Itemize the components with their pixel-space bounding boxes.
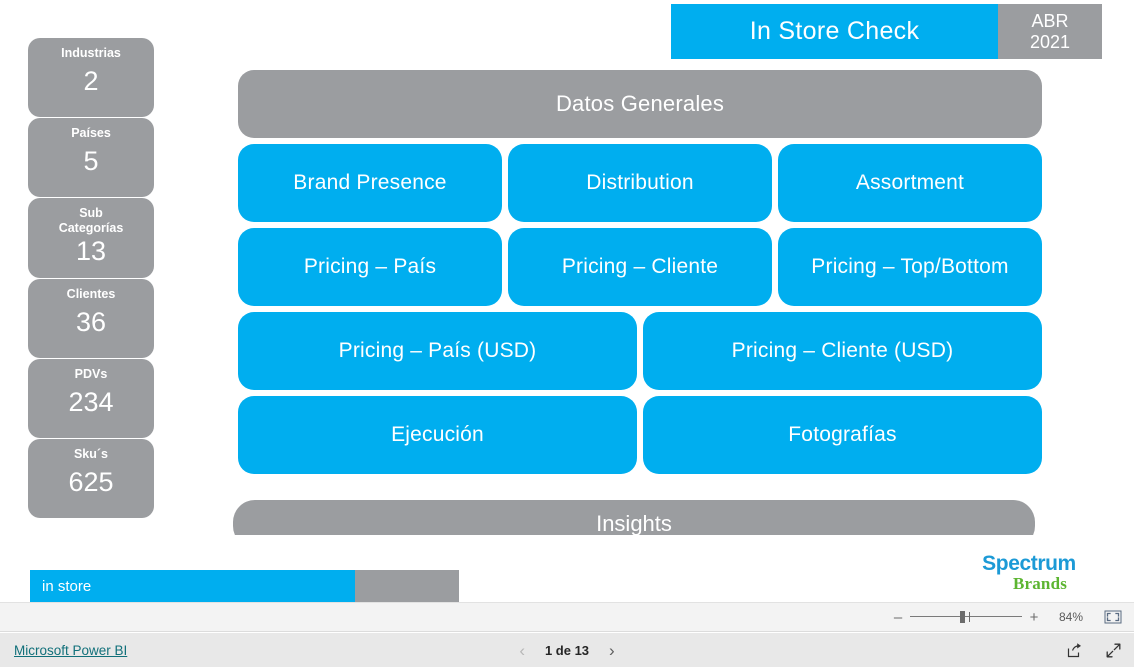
tile-label-fotografias: Fotografías bbox=[788, 423, 897, 446]
tile-distribution[interactable]: Distribution bbox=[508, 144, 772, 222]
kpi-value-sub-categorias: 13 bbox=[75, 236, 107, 266]
tile-row-3: Pricing – País (USD) Pricing – Cliente (… bbox=[238, 312, 1042, 390]
kpi-value-industrias: 2 bbox=[83, 66, 99, 96]
kpi-label-paises: Países bbox=[71, 126, 111, 140]
tile-brand-presence[interactable]: Brand Presence bbox=[238, 144, 502, 222]
insights-clip-region: Insights bbox=[0, 495, 1134, 535]
tile-row-2: Pricing – País Pricing – Cliente Pricing… bbox=[238, 228, 1042, 306]
kpi-value-paises: 5 bbox=[83, 146, 99, 176]
report-title-block: In Store Check bbox=[671, 4, 998, 59]
report-header-banner: In Store Check ABR 2021 bbox=[671, 4, 1102, 59]
tile-fotografias[interactable]: Fotografías bbox=[643, 396, 1042, 474]
kpi-label-sub-categorias-line1: Sub bbox=[79, 206, 103, 220]
share-icon[interactable] bbox=[1066, 642, 1083, 659]
tile-row-1: Brand Presence Distribution Assortment bbox=[238, 144, 1042, 222]
fit-to-page-icon[interactable] bbox=[1102, 609, 1124, 625]
tile-label-ejecucion: Ejecución bbox=[391, 423, 484, 446]
page-title: In Store Check bbox=[749, 17, 920, 45]
spectrum-brands-logo: Spectrum Brands bbox=[974, 553, 1084, 592]
kpi-label-industrias: Industrias bbox=[61, 46, 121, 60]
tile-pricing-cliente[interactable]: Pricing – Cliente bbox=[508, 228, 772, 306]
zoom-slider-thumb[interactable] bbox=[960, 611, 965, 623]
report-canvas: In Store Check ABR 2021 Industrias 2 Paí… bbox=[0, 0, 1134, 602]
kpi-card-sub-categorias[interactable]: Sub Categorías 13 bbox=[28, 198, 154, 278]
tile-pricing-pais[interactable]: Pricing – País bbox=[238, 228, 502, 306]
zoom-level-label: 84% bbox=[1058, 610, 1084, 624]
zoom-in-button[interactable]: + bbox=[1026, 609, 1042, 626]
brand-name-top: Spectrum bbox=[982, 552, 1076, 575]
tile-datos-generales[interactable]: Datos Generales bbox=[238, 70, 1042, 138]
tile-assortment[interactable]: Assortment bbox=[778, 144, 1042, 222]
tile-row-4: Ejecución Fotografías bbox=[238, 396, 1042, 474]
kpi-value-pdvs: 234 bbox=[68, 387, 114, 417]
zoom-out-button[interactable]: – bbox=[890, 609, 906, 626]
tile-ejecucion[interactable]: Ejecución bbox=[238, 396, 637, 474]
tile-insights[interactable]: Insights bbox=[233, 500, 1035, 535]
page-navigation: ‹ 1 de 13 › bbox=[0, 642, 1134, 659]
tile-pricing-top-bottom[interactable]: Pricing – Top/Bottom bbox=[778, 228, 1042, 306]
period-month: ABR bbox=[1031, 11, 1069, 32]
kpi-label-clientes: Clientes bbox=[66, 287, 116, 301]
tile-pricing-pais-usd[interactable]: Pricing – País (USD) bbox=[238, 312, 637, 390]
tile-pricing-cliente-usd[interactable]: Pricing – Cliente (USD) bbox=[643, 312, 1042, 390]
in-store-bar-fill: in store bbox=[30, 570, 355, 602]
kpi-card-paises[interactable]: Países 5 bbox=[28, 118, 154, 197]
kpi-card-pdvs[interactable]: PDVs 234 bbox=[28, 359, 154, 438]
kpi-value-clientes: 36 bbox=[75, 307, 107, 337]
period-year: 2021 bbox=[1029, 31, 1071, 52]
kpi-value-skus: 625 bbox=[68, 467, 114, 497]
status-bar-actions bbox=[1066, 642, 1122, 659]
status-bar: Microsoft Power BI ‹ 1 de 13 › bbox=[0, 633, 1134, 667]
zoom-slider-tick bbox=[969, 612, 970, 622]
in-store-bar-remainder bbox=[355, 570, 459, 602]
tile-label-insights: Insights bbox=[596, 511, 672, 535]
chevron-left-icon[interactable]: ‹ bbox=[519, 642, 525, 659]
zoom-slider-rail bbox=[910, 616, 1022, 617]
tile-label-datos-generales: Datos Generales bbox=[555, 91, 725, 116]
in-store-bar[interactable]: in store bbox=[30, 570, 459, 602]
page-indicator: 1 de 13 bbox=[544, 642, 590, 658]
tile-label-pricing-cliente: Pricing – Cliente bbox=[561, 255, 719, 278]
zoom-slider[interactable] bbox=[910, 610, 1022, 624]
brand-name-bottom: Brands bbox=[1012, 574, 1068, 593]
tile-label-brand-presence: Brand Presence bbox=[293, 171, 447, 194]
kpi-card-clientes[interactable]: Clientes 36 bbox=[28, 279, 154, 358]
tile-label-pricing-cliente-usd: Pricing – Cliente (USD) bbox=[731, 339, 954, 362]
kpi-label-sub-categorias-line2: Categorías bbox=[58, 221, 124, 235]
kpi-column: Industrias 2 Países 5 Sub Categorías 13 … bbox=[28, 38, 154, 519]
kpi-card-industrias[interactable]: Industrias 2 bbox=[28, 38, 154, 117]
tile-label-distribution: Distribution bbox=[586, 171, 694, 194]
tile-label-pricing-pais-usd: Pricing – País (USD) bbox=[338, 339, 537, 362]
tile-row-banner: Datos Generales bbox=[238, 70, 1042, 138]
tile-label-pricing-top-bottom: Pricing – Top/Bottom bbox=[811, 255, 1009, 278]
chevron-right-icon[interactable]: › bbox=[609, 642, 615, 659]
kpi-label-pdvs: PDVs bbox=[74, 367, 108, 381]
kpi-label-sub-categorias: Sub Categorías bbox=[59, 206, 124, 236]
tile-label-assortment: Assortment bbox=[855, 171, 965, 194]
in-store-bar-label: in store bbox=[42, 578, 92, 595]
tile-label-pricing-pais: Pricing – País bbox=[303, 255, 437, 278]
report-period-block: ABR 2021 bbox=[998, 4, 1102, 59]
navigation-tile-grid: Datos Generales Brand Presence Distribut… bbox=[238, 70, 1042, 480]
fullscreen-icon[interactable] bbox=[1105, 642, 1122, 659]
kpi-label-skus: Sku´s bbox=[73, 447, 109, 461]
zoom-toolbar: – + 84% bbox=[0, 602, 1134, 632]
